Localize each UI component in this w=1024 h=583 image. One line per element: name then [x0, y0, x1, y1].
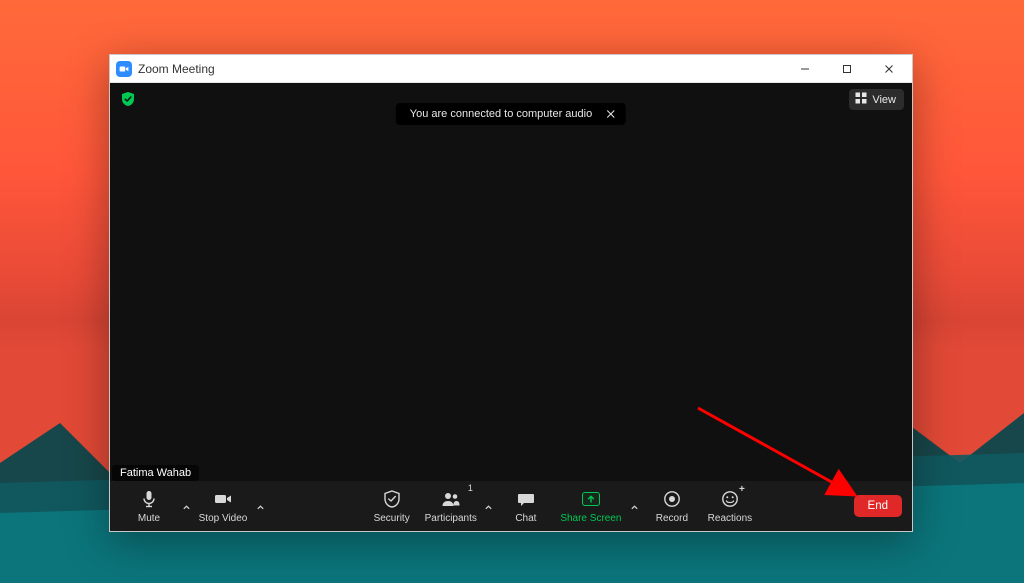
security-label: Security	[374, 514, 410, 524]
record-button[interactable]: Record	[643, 484, 701, 528]
mute-caret[interactable]	[178, 503, 194, 528]
chat-label: Chat	[515, 514, 536, 524]
video-caret[interactable]	[252, 503, 268, 528]
share-caret[interactable]	[627, 503, 643, 528]
zoom-app-icon	[116, 61, 132, 77]
microphone-icon	[139, 488, 159, 510]
share-screen-label: Share Screen	[560, 514, 621, 524]
grid-icon	[855, 92, 867, 107]
reactions-icon	[720, 488, 740, 510]
participants-count: 1	[468, 484, 473, 493]
security-button[interactable]: Security	[363, 484, 421, 528]
end-button[interactable]: End	[854, 495, 902, 517]
participants-caret[interactable]	[481, 503, 497, 528]
chat-icon	[516, 488, 536, 510]
audio-connected-toast: You are connected to computer audio	[396, 103, 626, 125]
close-button[interactable]	[868, 55, 910, 83]
reactions-plus-icon: +	[739, 485, 745, 495]
stop-video-button[interactable]: Stop Video	[194, 484, 252, 528]
view-button-label: View	[872, 94, 896, 106]
toast-close-button[interactable]	[606, 109, 616, 119]
shield-icon	[382, 488, 402, 510]
record-icon	[662, 488, 682, 510]
maximize-button[interactable]	[826, 55, 868, 83]
stop-video-label: Stop Video	[199, 514, 248, 524]
mute-button[interactable]: Mute	[120, 484, 178, 528]
zoom-window: Zoom Meeting View You are connected to c…	[109, 54, 913, 532]
window-title: Zoom Meeting	[138, 62, 215, 76]
titlebar: Zoom Meeting	[110, 55, 912, 83]
participants-icon	[441, 488, 461, 510]
encryption-shield-icon[interactable]	[118, 89, 138, 109]
meeting-video-area: View You are connected to computer audio…	[110, 83, 912, 531]
toast-message: You are connected to computer audio	[410, 108, 592, 120]
share-screen-icon	[582, 488, 600, 510]
minimize-button[interactable]	[784, 55, 826, 83]
share-screen-button[interactable]: Share Screen	[555, 484, 627, 528]
participant-name-tag: Fatima Wahab	[112, 465, 199, 481]
record-label: Record	[656, 514, 688, 524]
participants-label: Participants	[425, 514, 477, 524]
mute-label: Mute	[138, 514, 160, 524]
reactions-label: Reactions	[708, 514, 752, 524]
end-label: End	[868, 500, 888, 512]
view-button[interactable]: View	[849, 89, 904, 110]
reactions-button[interactable]: + Reactions	[701, 484, 759, 528]
participants-button[interactable]: 1 Participants	[421, 484, 481, 528]
meeting-toolbar: Mute Stop Video	[110, 481, 912, 531]
camera-icon	[213, 488, 233, 510]
chat-button[interactable]: Chat	[497, 484, 555, 528]
